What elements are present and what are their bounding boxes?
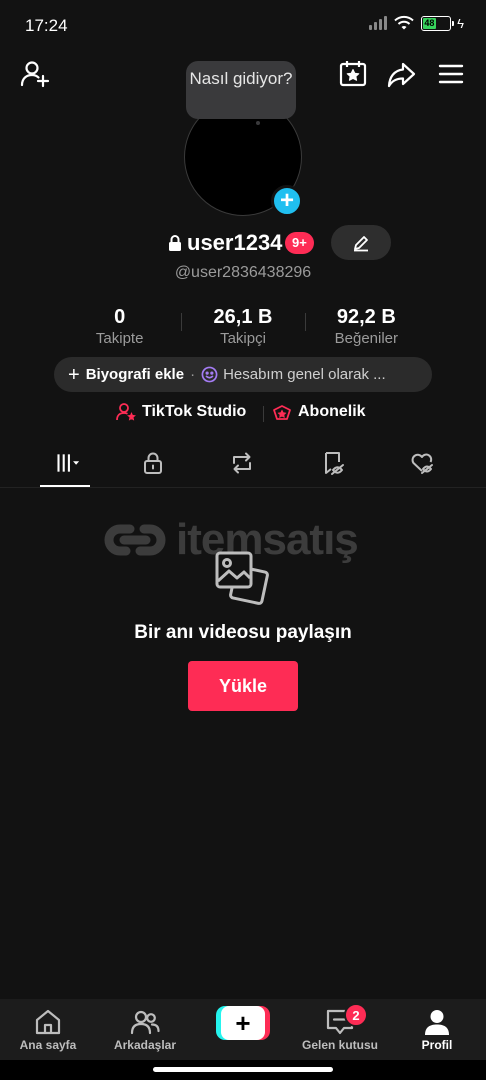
upload-button[interactable]: Yükle [188,661,298,711]
profile-stats: 0 Takipte 26,1 B Takipçi 92,2 B Beğenile… [58,305,428,350]
photo-gallery-icon [215,551,269,605]
bookmark-hidden-icon [325,452,344,475]
private-lock-icon [169,235,181,251]
stat-following[interactable]: 0 Takipte [58,305,181,350]
friends-icon [130,1010,160,1035]
tab-liked[interactable] [397,448,447,478]
stat-value: 26,1 B [213,306,273,328]
signal-icon [369,16,388,30]
stat-value: 92,2 B [336,306,396,328]
tiktok-studio-link[interactable]: TikTok Studio [116,402,246,422]
plus-icon: + [68,363,80,386]
menu-icon[interactable] [436,59,466,89]
charging-icon: ϟ [457,15,464,31]
username: user1234 [187,230,283,255]
stat-label: Takipçi [220,330,266,347]
stat-label: Beğeniler [334,330,399,347]
inbox-badge: 2 [344,1003,368,1027]
smile-icon [201,366,218,383]
add-bio-button[interactable]: Biyografi ekle [86,366,184,383]
stat-followers[interactable]: 26,1 B Takipçi [181,305,304,350]
pencil-icon [354,235,368,251]
bio-separator: · [190,366,196,383]
status-bar: 17:24 48 ϟ [0,0,486,52]
subscription-link[interactable]: Abonelik [272,402,366,422]
content-tabs [0,440,486,488]
profile-links: TikTok Studio Abonelik [0,402,486,426]
studio-icon [116,403,136,421]
plus-icon: + [279,187,294,214]
nav-home[interactable]: Ana sayfa [0,1007,96,1052]
edit-profile-button[interactable] [331,225,391,260]
tab-reposts[interactable] [217,448,267,478]
active-tab-indicator [40,485,90,487]
bio-pill[interactable]: + Biyografi ekle · Hesabım genel olarak … [54,357,432,392]
nav-inbox-label: Gelen kutusu [301,1038,378,1052]
stat-label: Takipte [95,330,144,347]
empty-state-title: Bir anı videosu paylaşın [134,622,352,643]
add-friend-icon[interactable] [20,59,50,89]
nav-home-label: Ana sayfa [19,1038,77,1052]
nav-friends[interactable]: Arkadaşlar [97,1007,193,1052]
user-handle: @user2836438296 [174,264,312,281]
status-time: 17:24 [25,16,68,35]
subscription-icon [273,405,291,420]
calendar-star-icon[interactable] [338,59,368,89]
nav-friends-label: Arkadaşlar [113,1038,177,1052]
repost-icon [233,452,251,474]
create-button[interactable]: + [216,1006,270,1040]
tab-favorites[interactable] [308,448,358,478]
heart-hidden-icon [411,453,433,474]
tab-videos[interactable] [42,448,92,478]
notification-badge[interactable]: 9+ [285,232,314,254]
nav-profile[interactable]: Profil [389,1007,485,1052]
nav-profile-label: Profil [421,1038,453,1052]
plus-icon: + [221,1006,265,1040]
status-bubble[interactable]: Nasıl gidiyor? [186,61,296,125]
home-icon [35,1009,61,1035]
chain-link-icon [104,524,166,556]
profile-icon [425,1010,449,1035]
name-row: user1234 9+ [0,225,486,260]
home-indicator[interactable] [153,1067,333,1072]
share-icon[interactable] [386,59,416,89]
wifi-icon [394,15,414,30]
battery-level: 48 [423,17,436,29]
stat-likes[interactable]: 92,2 B Beğeniler [304,305,428,350]
status-icons: 48 ϟ [369,15,464,31]
subscription-label: Abonelik [298,403,366,420]
status-message[interactable]: Hesabım genel olarak ... [223,366,386,383]
videos-grid-icon [57,454,80,472]
bottom-nav: Ana sayfa Arkadaşlar + Gelen kutusu Prof… [0,999,486,1060]
link-divider [263,406,264,422]
nav-inbox[interactable]: Gelen kutusu [292,1007,388,1052]
avatar-add-button[interactable]: + [271,185,303,217]
lock-icon [144,452,162,474]
tab-private[interactable] [128,448,178,478]
tiktok-studio-label: TikTok Studio [142,403,247,420]
battery-icon: 48 [421,15,455,31]
stat-value: 0 [114,306,126,328]
